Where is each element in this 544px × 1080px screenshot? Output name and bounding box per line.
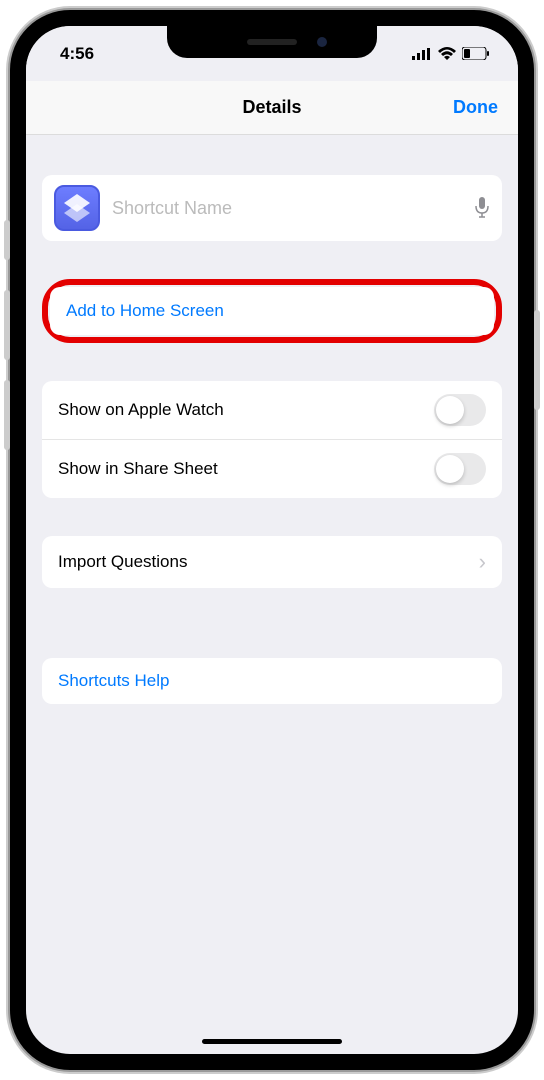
shortcuts-glyph-icon	[64, 194, 90, 222]
side-button	[4, 220, 10, 260]
screen: 4:56 Details Done	[26, 26, 518, 1054]
row-label: Show on Apple Watch	[58, 400, 224, 420]
row-label: Import Questions	[58, 552, 187, 572]
show-on-watch-row: Show on Apple Watch	[42, 381, 502, 439]
nav-bar: Details Done	[26, 81, 518, 135]
phone-frame: 4:56 Details Done	[10, 10, 534, 1070]
status-time: 4:56	[60, 44, 94, 64]
notch	[167, 26, 377, 58]
help-section: Shortcuts Help	[42, 658, 502, 704]
speaker	[247, 39, 297, 45]
cellular-icon	[412, 48, 432, 60]
import-section: Import Questions ›	[42, 536, 502, 588]
done-button[interactable]: Done	[453, 97, 498, 118]
show-in-share-row: Show in Share Sheet	[42, 439, 502, 498]
home-indicator[interactable]	[202, 1039, 342, 1044]
battery-icon	[462, 47, 490, 60]
page-title: Details	[242, 97, 301, 118]
side-button	[4, 380, 10, 450]
shortcut-name-input[interactable]	[112, 198, 462, 219]
mic-icon[interactable]	[474, 197, 490, 219]
chevron-right-icon: ›	[479, 549, 486, 575]
side-button	[4, 290, 10, 360]
import-questions-button[interactable]: Import Questions ›	[42, 536, 502, 588]
watch-toggle[interactable]	[434, 394, 486, 426]
camera	[317, 37, 327, 47]
highlight-annotation: Add to Home Screen	[42, 279, 502, 343]
wifi-icon	[438, 47, 456, 60]
side-button	[534, 310, 540, 410]
toggles-section: Show on Apple Watch Show in Share Sheet	[42, 381, 502, 498]
shortcuts-help-button[interactable]: Shortcuts Help	[42, 658, 502, 704]
shortcut-name-card	[42, 175, 502, 241]
row-label: Show in Share Sheet	[58, 459, 218, 479]
share-toggle[interactable]	[434, 453, 486, 485]
add-to-home-screen-button[interactable]: Add to Home Screen	[50, 287, 494, 335]
shortcut-app-icon[interactable]	[54, 185, 100, 231]
content: Add to Home Screen Show on Apple Watch S…	[26, 175, 518, 704]
status-icons	[412, 47, 490, 60]
